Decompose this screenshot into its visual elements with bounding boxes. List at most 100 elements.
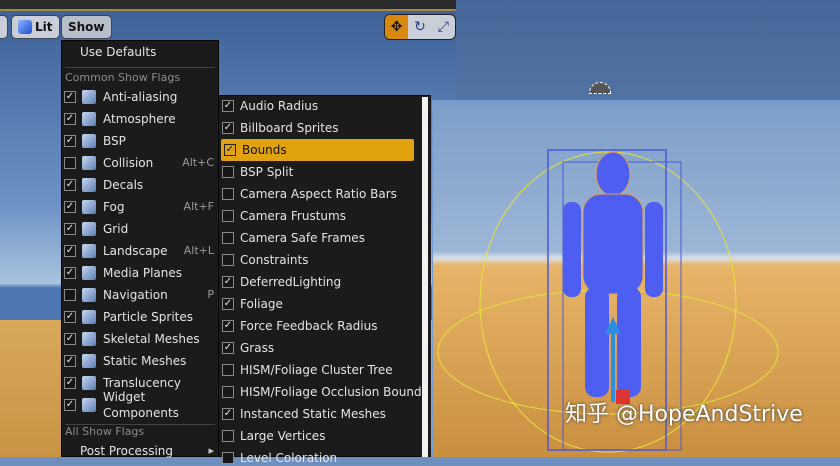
- show-flag-item[interactable]: ✓ Foliage: [219, 296, 428, 312]
- checkbox[interactable]: [222, 364, 234, 376]
- show-flag-item[interactable]: ✓ Instanced Static Meshes: [219, 406, 428, 422]
- item-label: Camera Safe Frames: [240, 231, 365, 245]
- show-flag-item[interactable]: ✓ Skeletal Meshes: [62, 331, 218, 347]
- item-label: Atmosphere: [103, 112, 176, 126]
- translate-icon[interactable]: ✥: [385, 15, 409, 39]
- checkbox[interactable]: ✓: [222, 122, 234, 134]
- show-flag-item[interactable]: ✓ Landscape Alt+L: [62, 243, 218, 259]
- show-flag-item[interactable]: HISM/Foliage Cluster Tree: [219, 362, 428, 378]
- checkbox[interactable]: ✓: [222, 408, 234, 420]
- show-flag-icon: [82, 222, 96, 236]
- lit-label: Lit: [35, 20, 53, 34]
- show-flag-item[interactable]: Level Coloration: [219, 450, 428, 466]
- show-flag-icon: [82, 156, 96, 170]
- show-flag-item[interactable]: ✓ Force Feedback Radius: [219, 318, 428, 334]
- checkbox[interactable]: ✓: [222, 320, 234, 332]
- lit-cube-icon: [18, 20, 32, 34]
- item-label: Static Meshes: [103, 354, 187, 368]
- show-flag-item[interactable]: ✓ Fog Alt+F: [62, 199, 218, 215]
- rotate-icon[interactable]: ↻: [408, 15, 431, 39]
- submenu-scrollbar[interactable]: [422, 97, 428, 457]
- show-flag-item[interactable]: Collision Alt+C: [62, 155, 218, 171]
- show-flag-item[interactable]: HISM/Foliage Occlusion Bounds: [219, 384, 428, 400]
- checkbox[interactable]: [222, 430, 234, 442]
- checkbox[interactable]: ✓: [222, 100, 234, 112]
- item-label: Foliage: [240, 297, 283, 311]
- view-mode-button-partial[interactable]: [0, 15, 8, 39]
- show-button[interactable]: Show: [61, 15, 112, 39]
- show-flag-item[interactable]: ✓ Anti-aliasing: [62, 89, 218, 105]
- checkbox[interactable]: ✓: [64, 223, 76, 235]
- checkbox[interactable]: [64, 157, 76, 169]
- checkbox[interactable]: ✓: [64, 355, 76, 367]
- show-flag-icon: [82, 288, 96, 302]
- checkbox[interactable]: ✓: [64, 333, 76, 345]
- show-flag-item[interactable]: ✓ Widget Components: [62, 390, 218, 420]
- transform-gizmo-toolbar: ✥ ↻ ⤢: [384, 14, 456, 40]
- lit-button[interactable]: Lit: [11, 15, 60, 39]
- show-flag-item[interactable]: Camera Safe Frames: [219, 230, 428, 246]
- checkbox[interactable]: ✓: [64, 179, 76, 191]
- show-flag-item[interactable]: ✓ BSP: [62, 133, 218, 149]
- show-flag-item[interactable]: ✓ Bounds: [221, 139, 414, 161]
- checkbox[interactable]: [222, 188, 234, 200]
- checkbox[interactable]: ✓: [64, 399, 76, 411]
- character-right-leg: [617, 287, 641, 397]
- checkbox[interactable]: [222, 166, 234, 178]
- show-flag-item[interactable]: ✓ Atmosphere: [62, 111, 218, 127]
- item-label: HISM/Foliage Occlusion Bounds: [240, 385, 428, 399]
- checkbox[interactable]: [222, 232, 234, 244]
- menu-item-use-defaults[interactable]: Use Defaults: [62, 44, 218, 60]
- show-flag-item[interactable]: ✓ Particle Sprites: [62, 309, 218, 325]
- show-flag-item[interactable]: Large Vertices: [219, 428, 428, 444]
- menu-separator: [65, 67, 215, 68]
- checkbox[interactable]: ✓: [64, 113, 76, 125]
- show-flag-item[interactable]: ✓ Audio Radius: [219, 98, 428, 114]
- checkbox[interactable]: ✓: [222, 342, 234, 354]
- show-flag-item[interactable]: BSP Split: [219, 164, 428, 180]
- checkbox[interactable]: [64, 289, 76, 301]
- character-right-arm: [645, 202, 663, 297]
- show-flag-icon: [82, 376, 96, 390]
- scale-icon[interactable]: ⤢: [432, 15, 455, 39]
- item-label: Level Coloration: [240, 451, 338, 465]
- show-flag-item[interactable]: ✓ DeferredLighting: [219, 274, 428, 290]
- checkbox[interactable]: ✓: [224, 144, 236, 156]
- show-flag-item[interactable]: ✓ Billboard Sprites: [219, 120, 428, 136]
- item-label: Instanced Static Meshes: [240, 407, 386, 421]
- show-flag-item[interactable]: Camera Aspect Ratio Bars: [219, 186, 428, 202]
- checkbox[interactable]: [222, 254, 234, 266]
- show-flag-icon: [82, 244, 96, 258]
- item-label: Anti-aliasing: [103, 90, 178, 104]
- show-flag-item[interactable]: ✓ Decals: [62, 177, 218, 193]
- show-flag-item[interactable]: Constraints: [219, 252, 428, 268]
- item-label: Constraints: [240, 253, 309, 267]
- checkbox[interactable]: ✓: [64, 245, 76, 257]
- checkbox[interactable]: ✓: [64, 135, 76, 147]
- checkbox[interactable]: [222, 210, 234, 222]
- checkbox[interactable]: ✓: [64, 311, 76, 323]
- show-flag-icon: [82, 134, 96, 148]
- show-flag-item[interactable]: ✓ Grid: [62, 221, 218, 237]
- checkbox[interactable]: [222, 452, 234, 464]
- show-flag-item[interactable]: Camera Frustums: [219, 208, 428, 224]
- checkbox[interactable]: ✓: [222, 298, 234, 310]
- show-flag-icon: [82, 112, 96, 126]
- item-label: Audio Radius: [240, 99, 319, 113]
- item-label: Bounds: [242, 143, 287, 157]
- checkbox[interactable]: ✓: [64, 201, 76, 213]
- item-label: HISM/Foliage Cluster Tree: [240, 363, 393, 377]
- show-flag-icon: [82, 310, 96, 324]
- checkbox[interactable]: ✓: [64, 377, 76, 389]
- checkbox[interactable]: [222, 386, 234, 398]
- show-flag-item[interactable]: ✓ Media Planes: [62, 265, 218, 281]
- show-flag-item[interactable]: ✓ Static Meshes: [62, 353, 218, 369]
- checkbox[interactable]: ✓: [64, 91, 76, 103]
- show-flag-item[interactable]: Navigation P: [62, 287, 218, 303]
- checkbox[interactable]: ✓: [222, 276, 234, 288]
- show-flag-item[interactable]: ✓ Grass: [219, 340, 428, 356]
- checkbox[interactable]: ✓: [64, 267, 76, 279]
- show-flag-icon: [82, 178, 96, 192]
- show-flags-menu: Use Defaults Common Show Flags ✓ Anti-ali…: [61, 40, 219, 458]
- common-show-flags-header: Common Show Flags: [62, 70, 218, 86]
